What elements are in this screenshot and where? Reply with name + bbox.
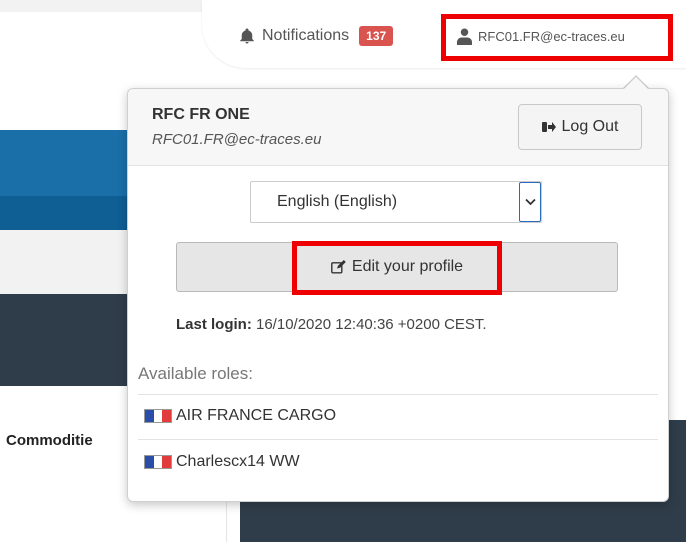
last-login-label: Last login: [176,316,252,333]
profile-header: RFC FR ONE RFC01.FR@ec-traces.eu Log Out [128,89,668,166]
last-login-value: 16/10/2020 12:40:36 +0200 CEST. [256,316,487,333]
last-login-info: Last login: 16/10/2020 12:40:36 +0200 CE… [176,316,487,333]
role-label: AIR FRANCE CARGO [176,407,337,424]
role-item-charlescx14-ww[interactable]: Charlescx14 WW [144,453,300,471]
role-item-air-france-cargo[interactable]: AIR FRANCE CARGO [144,407,336,425]
available-roles-title: Available roles: [138,364,253,383]
role-label: Charlescx14 WW [176,453,300,470]
notifications-count-badge: 137 [359,26,394,46]
user-menu-highlight [441,14,673,61]
language-select[interactable]: English (English) [250,181,542,223]
flag-france-icon [144,455,172,469]
notifications-link[interactable]: Notifications 137 [238,26,394,46]
profile-email: RFC01.FR@ec-traces.eu [152,131,322,148]
language-select-arrow[interactable] [519,182,541,222]
notifications-label: Notifications [262,27,350,44]
commodities-heading: Commoditie [6,432,93,449]
logout-button[interactable]: Log Out [518,104,642,150]
logout-label: Log Out [561,118,619,135]
chevron-down-icon [524,198,536,206]
flag-france-icon [144,409,172,423]
sign-out-icon [541,122,556,132]
dropdown-caret-inner [624,77,648,89]
profile-name: RFC FR ONE [152,106,250,123]
profile-dropdown: RFC FR ONE RFC01.FR@ec-traces.eu Log Out… [127,88,669,502]
edit-profile-highlight [292,241,502,295]
bell-icon [240,28,254,44]
language-select-value: English (English) [277,193,398,210]
roles-divider [138,394,658,395]
roles-divider [138,439,658,440]
